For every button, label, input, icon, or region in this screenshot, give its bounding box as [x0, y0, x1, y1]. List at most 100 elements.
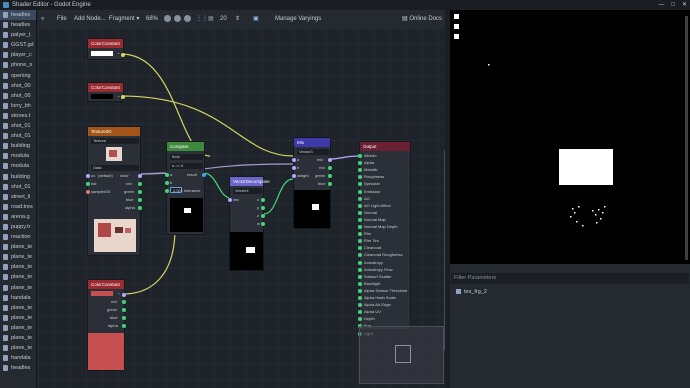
- file-list-item[interactable]: handala: [0, 293, 36, 303]
- y-output-port[interactable]: [261, 206, 265, 210]
- file-list-item[interactable]: shot_01: [0, 121, 36, 131]
- output-input-port[interactable]: [358, 168, 362, 173]
- texture-thumbnail[interactable]: [106, 147, 122, 161]
- file-list-item[interactable]: plane_te: [0, 303, 36, 313]
- output-input-port[interactable]: [358, 310, 362, 315]
- output-input-port[interactable]: [358, 281, 362, 286]
- file-list-item[interactable]: headles: [0, 363, 36, 373]
- result-output-port[interactable]: [202, 173, 206, 177]
- output-input-port[interactable]: [358, 232, 362, 237]
- file-list-item[interactable]: reaction: [0, 232, 36, 242]
- file-list-item[interactable]: building: [0, 172, 36, 182]
- output-input-port[interactable]: [358, 303, 362, 308]
- file-list-item[interactable]: palyer_t: [0, 30, 36, 40]
- mix-type-select[interactable]: Vector3: [297, 149, 329, 155]
- chevron-down-icon[interactable]: ⌄: [117, 93, 120, 98]
- output-input-port[interactable]: [358, 253, 362, 258]
- file-list-item[interactable]: plane_te: [0, 333, 36, 343]
- file-list-item[interactable]: GGST.gd: [0, 40, 36, 50]
- lod-input-port[interactable]: [86, 182, 90, 186]
- compare-op-select[interactable]: a == b: [170, 163, 203, 169]
- output-input-port[interactable]: [358, 161, 362, 166]
- shader-mode-select[interactable]: Fragment ▾: [109, 10, 139, 28]
- zoom-reset-icon[interactable]: [174, 15, 181, 22]
- file-list-item[interactable]: building: [0, 141, 36, 151]
- file-list-item[interactable]: plane_te: [0, 242, 36, 252]
- output-input-port[interactable]: [358, 267, 362, 272]
- output-input-port[interactable]: [358, 246, 362, 251]
- output-input-port[interactable]: [358, 296, 362, 300]
- a-input-port[interactable]: [292, 158, 296, 162]
- output-input-port[interactable]: [358, 225, 362, 229]
- decompose-type-select[interactable]: Vector4: [233, 188, 262, 194]
- alpha-output-port[interactable]: [122, 324, 126, 328]
- rgb-output-port[interactable]: [122, 293, 126, 297]
- chevron-down-icon[interactable]: ⌄: [117, 290, 120, 295]
- red-output-port[interactable]: [328, 166, 332, 170]
- b-input-port[interactable]: [292, 166, 296, 170]
- mix-output-port[interactable]: [328, 158, 332, 162]
- add-node-button[interactable]: Add Node...: [74, 10, 106, 28]
- output-input-port[interactable]: [358, 260, 362, 265]
- texture-type-select[interactable]: Data: [91, 165, 139, 171]
- output-input-port[interactable]: [358, 203, 362, 208]
- green-output-port[interactable]: [138, 190, 142, 194]
- file-menu[interactable]: File: [57, 10, 67, 28]
- file-list-item[interactable]: phone_s: [0, 60, 36, 70]
- green-output-port[interactable]: [122, 308, 126, 312]
- file-list-item[interactable]: plane_te: [0, 252, 36, 262]
- output-input-port[interactable]: [358, 182, 362, 187]
- compare-type-select[interactable]: float: [170, 154, 203, 160]
- file-list-item[interactable]: shot_00: [0, 81, 36, 91]
- file-list-item[interactable]: handala: [0, 353, 36, 363]
- close-button[interactable]: ✕: [682, 0, 687, 10]
- filter-parameters-input[interactable]: Filter Parameters: [451, 273, 689, 284]
- output-node[interactable]: Output Albedo Alpha Metallic Roughness Specu…: [358, 141, 411, 336]
- output-port[interactable]: [121, 95, 125, 99]
- color-swatch[interactable]: [91, 94, 113, 99]
- color-swatch[interactable]: [91, 51, 113, 56]
- output-input-port[interactable]: [358, 239, 362, 244]
- w-output-port[interactable]: [261, 222, 265, 226]
- color-constant-node-1[interactable]: ColorConstant ⌄: [87, 38, 125, 60]
- a-input-port[interactable]: [165, 173, 169, 177]
- file-list-item[interactable]: shot_00: [0, 91, 36, 101]
- output-input-port[interactable]: [358, 288, 362, 293]
- output-input-port[interactable]: [358, 317, 362, 322]
- file-list-item[interactable]: road.tres: [0, 202, 36, 212]
- file-list-item[interactable]: headles: [0, 10, 36, 21]
- file-list-item[interactable]: stones.t: [0, 111, 36, 121]
- file-list-item[interactable]: plane_te: [0, 343, 36, 353]
- file-list-item[interactable]: arena.g: [0, 212, 36, 222]
- minimap-viewport[interactable]: [395, 345, 411, 363]
- output-input-port[interactable]: [358, 175, 362, 180]
- file-list-item[interactable]: headles: [0, 20, 36, 30]
- minimize-button[interactable]: —: [658, 0, 664, 10]
- color-constant-node-2[interactable]: ColorConstant ⌄: [87, 82, 125, 102]
- file-list-item[interactable]: modula: [0, 161, 36, 171]
- red-output-port[interactable]: [122, 300, 126, 304]
- blue-output-port[interactable]: [328, 182, 332, 186]
- snap-icon[interactable]: ⋮⋮: [196, 10, 208, 28]
- output-input-port[interactable]: [358, 274, 362, 279]
- collapse-left-icon[interactable]: «: [41, 10, 44, 28]
- output-input-port[interactable]: [358, 154, 362, 158]
- maximize-button[interactable]: □: [671, 0, 675, 10]
- mix-node[interactable]: Mix Vector3 a mix b red weight green blu…: [292, 137, 332, 229]
- file-list-item[interactable]: plane_te: [0, 262, 36, 272]
- file-list-item[interactable]: street_li: [0, 192, 36, 202]
- blue-output-port[interactable]: [122, 316, 126, 320]
- output-input-port[interactable]: [358, 189, 362, 194]
- online-docs-button[interactable]: ▤ Online Docs: [402, 10, 442, 28]
- manage-varyings-button[interactable]: Manage Varyings: [275, 10, 321, 28]
- chevron-down-icon[interactable]: ⌄: [117, 50, 120, 55]
- b-value-field[interactable]: 0.001: [170, 187, 183, 193]
- compare-node[interactable]: Compare float a == b a result b 0.001 to…: [165, 141, 206, 235]
- color-output-port[interactable]: [138, 174, 142, 178]
- file-list-item[interactable]: opening: [0, 71, 36, 81]
- snap-spinner-icon[interactable]: ⇕: [235, 10, 240, 28]
- output-input-port[interactable]: [358, 210, 362, 215]
- shader-graph-canvas[interactable]: ColorConstant ⌄ ColorConstant ⌄ Texture2…: [38, 28, 445, 388]
- output-input-port[interactable]: [358, 217, 362, 222]
- color-constant-node-3[interactable]: ColorConstant ⌄ red green blue alpha: [87, 279, 126, 371]
